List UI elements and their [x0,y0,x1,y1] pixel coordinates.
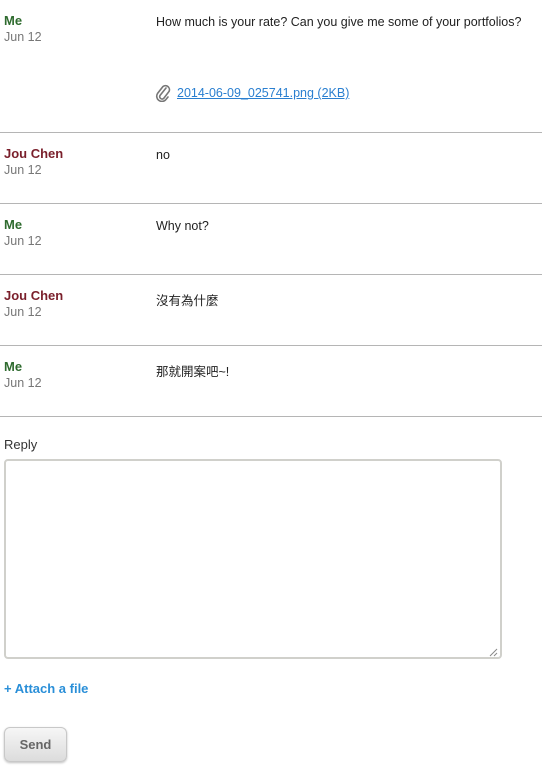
message-attachment: 2014-06-09_025741.png (2KB) [155,84,349,102]
message-sender: Jou Chen [4,288,64,303]
message-item: Jou Chen Jun 12 沒有為什麼 [0,275,542,346]
send-button[interactable]: Send [4,727,67,762]
message-item: Me Jun 12 How much is your rate? Can you… [0,0,542,133]
message-sender: Jou Chen [4,146,64,161]
message-item: Jou Chen Jun 12 no [0,133,542,204]
message-item: Me Jun 12 Why not? [0,204,542,275]
resize-grip-icon[interactable] [488,645,498,657]
message-date: Jun 12 [4,163,42,177]
message-sender: Me [4,217,23,232]
message-date: Jun 12 [4,30,42,44]
message-text: 沒有為什麼 [156,294,219,308]
message-sender: Me [4,13,23,28]
message-date: Jun 12 [4,305,42,319]
reply-textarea[interactable] [4,459,502,659]
message-item: Me Jun 12 那就開案吧~! [0,346,542,417]
message-text: Why not? [156,219,209,233]
reply-label: Reply [4,437,38,452]
message-text: How much is your rate? Can you give me s… [156,15,522,29]
message-text: no [156,148,170,162]
message-text: 那就開案吧~! [156,365,230,379]
message-date: Jun 12 [4,234,42,248]
message-sender: Me [4,359,23,374]
attachment-link[interactable]: 2014-06-09_025741.png (2KB) [177,86,349,100]
paperclip-icon [155,84,171,102]
message-thread: Me Jun 12 How much is your rate? Can you… [0,0,542,417]
message-date: Jun 12 [4,376,42,390]
attach-file-link[interactable]: + Attach a file [4,681,88,696]
